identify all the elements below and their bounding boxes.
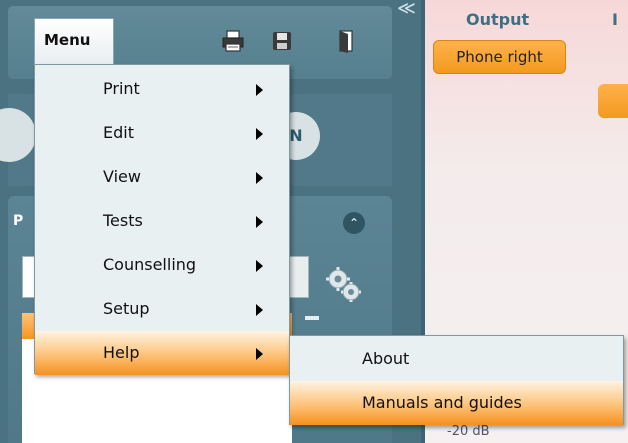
submenu-arrow-icon [256,172,263,184]
submenu-arrow-icon [256,216,263,228]
submenu-item-label: Manuals and guides [362,393,522,412]
submenu-item-label: About [362,349,410,368]
help-submenu: About Manuals and guides [289,335,624,425]
menu-item-print[interactable]: Print [35,67,289,111]
menu-item-label: View [103,167,141,186]
print-icon[interactable] [220,28,246,54]
menu-button[interactable]: Menu [34,18,114,64]
menu-item-setup[interactable]: Setup [35,287,289,331]
menu-item-label: Print [103,79,140,98]
submenu-arrow-icon [256,304,263,316]
submenu-item-manuals[interactable]: Manuals and guides [290,381,623,425]
gears-icon[interactable] [322,262,366,306]
menu-item-label: Edit [103,123,134,142]
menu-item-edit[interactable]: Edit [35,111,289,155]
save-icon[interactable] [269,28,295,54]
phone-right-button[interactable]: Phone right [433,40,566,74]
exit-door-icon[interactable] [333,28,359,54]
submenu-arrow-icon [256,84,263,96]
menu-item-label: Tests [103,211,143,230]
dropdown-arrow-area[interactable] [287,256,309,298]
menu-item-view[interactable]: View [35,155,289,199]
menu-item-label: Setup [103,299,150,318]
submenu-item-about[interactable]: About [290,337,623,381]
submenu-arrow-icon [256,348,263,360]
lower-panel-title: P [13,213,24,229]
collapse-panel-icon[interactable]: ≪ [397,0,416,19]
output-label: Output [466,10,530,29]
main-menu-dropdown: Print Edit View Tests Counselling Setup … [34,64,290,375]
second-column-label: I [612,10,618,29]
output-option-button[interactable] [598,84,628,118]
menu-item-label: Help [103,343,140,362]
submenu-arrow-icon [256,128,263,140]
collapse-up-icon[interactable]: ⌃ [343,212,365,234]
menu-item-counselling[interactable]: Counselling [35,243,289,287]
menu-item-help[interactable]: Help [35,331,289,375]
list-edge-marker [305,316,319,320]
menu-item-label: Counselling [103,255,197,274]
menu-item-tests[interactable]: Tests [35,199,289,243]
level-label: -20 dB [447,424,490,439]
submenu-arrow-icon [256,260,263,272]
